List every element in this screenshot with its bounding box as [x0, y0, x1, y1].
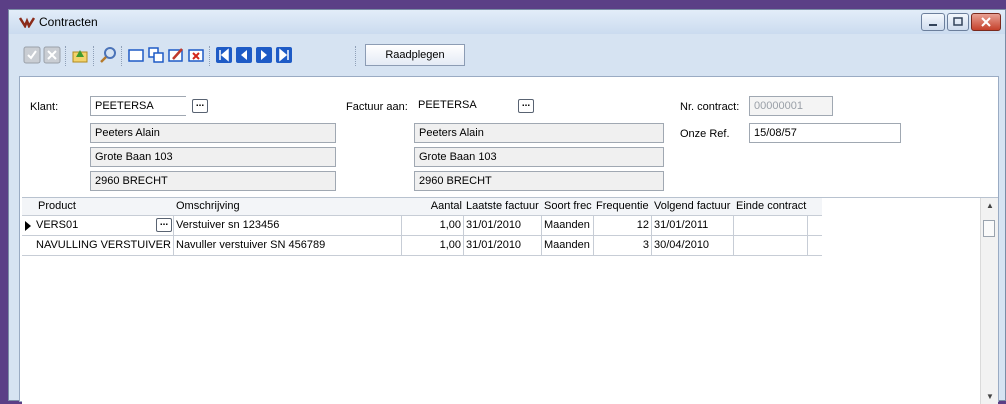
window-title: Contracten — [39, 15, 98, 29]
contract-lines-grid: Product Omschrijving Aantal Laatste fact… — [22, 197, 998, 404]
last-icon[interactable] — [275, 46, 293, 64]
col-einde-contract[interactable]: Einde contract — [734, 198, 814, 215]
cell-aantal[interactable]: 1,00 — [402, 236, 464, 255]
cell-einde-contract[interactable] — [734, 236, 808, 255]
cell-soort-freq[interactable]: Maanden — [542, 236, 594, 255]
table-row[interactable]: NAVULLING VERSTUIVER Navuller verstuiver… — [22, 236, 822, 256]
contracten-window: Contracten Raadplegen Klant: PEETERSA ..… — [8, 9, 1006, 404]
cell-volgend-factuur[interactable]: 31/01/2011 — [652, 216, 734, 235]
title-bar: Contracten — [9, 10, 1005, 34]
toolbar-separator — [209, 46, 212, 66]
klant-lookup-button[interactable]: ... — [192, 99, 208, 113]
toolbar-separator — [65, 46, 68, 66]
col-laatste-factuur[interactable]: Laatste factuur — [464, 198, 542, 215]
klant-street-field: Grote Baan 103 — [90, 147, 336, 167]
onze-ref-label: Onze Ref. — [680, 128, 730, 140]
vertical-scrollbar[interactable]: ▲ ▼ — [980, 198, 998, 404]
close-icon — [981, 17, 991, 27]
search-icon[interactable] — [99, 46, 117, 64]
col-volgend-factuur[interactable]: Volgend factuur — [652, 198, 734, 215]
klant-label: Klant: — [30, 101, 59, 113]
factuur-label: Factuur aan: — [346, 101, 408, 113]
close-button[interactable] — [971, 13, 1001, 31]
new-icon[interactable] — [127, 46, 145, 64]
cell-soort-freq[interactable]: Maanden — [542, 216, 594, 235]
copy-icon[interactable] — [147, 46, 165, 64]
maximize-icon — [953, 17, 963, 26]
cell-omschrijving[interactable]: Navuller verstuiver SN 456789 — [174, 236, 402, 255]
scroll-thumb[interactable] — [983, 220, 995, 237]
maximize-button[interactable] — [947, 13, 969, 31]
factuur-lookup-button[interactable]: ... — [518, 99, 534, 113]
col-soort-freq[interactable]: Soort frec — [542, 198, 594, 215]
factuur-code-input[interactable]: PEETERSA — [414, 96, 514, 116]
app-icon — [19, 17, 35, 28]
contract-nr-label: Nr. contract: — [680, 101, 740, 113]
factuur-street-field: Grote Baan 103 — [414, 147, 664, 167]
raadplegen-button[interactable]: Raadplegen — [365, 44, 465, 66]
cell-frequentie[interactable]: 12 — [594, 216, 652, 235]
cell-omschrijving[interactable]: Verstuiver sn 123456 — [174, 216, 402, 235]
cell-laatste-factuur[interactable]: 31/01/2010 — [464, 236, 542, 255]
col-aantal[interactable]: Aantal — [402, 198, 464, 215]
col-frequentie[interactable]: Frequentie — [594, 198, 652, 215]
toolbar: Raadplegen — [19, 44, 995, 68]
klant-city-field: 2960 BRECHT — [90, 171, 336, 191]
klant-code-input[interactable]: PEETERSA — [90, 96, 186, 116]
cell-laatste-factuur[interactable]: 31/01/2010 — [464, 216, 542, 235]
minimize-icon — [929, 24, 937, 26]
delete-icon[interactable] — [187, 46, 205, 64]
check-icon[interactable] — [23, 46, 41, 64]
cell-product[interactable]: NAVULLING VERSTUIVER — [34, 236, 174, 255]
minimize-button[interactable] — [921, 13, 945, 31]
scroll-down-icon[interactable]: ▼ — [986, 392, 994, 401]
edit-icon[interactable] — [167, 46, 185, 64]
first-icon[interactable] — [215, 46, 233, 64]
klant-name-field: Peeters Alain — [90, 123, 336, 143]
current-row-indicator — [25, 221, 31, 231]
product-lookup-button[interactable]: ... — [156, 218, 172, 232]
next-icon[interactable] — [255, 46, 273, 64]
onze-ref-input[interactable]: 15/08/57 — [749, 123, 901, 143]
toolbar-separator — [355, 46, 358, 66]
col-omschrijving[interactable]: Omschrijving — [174, 198, 402, 215]
cell-einde-contract[interactable] — [734, 216, 808, 235]
factuur-name-field: Peeters Alain — [414, 123, 664, 143]
col-product[interactable]: Product — [36, 198, 174, 215]
scroll-up-icon[interactable]: ▲ — [986, 201, 994, 210]
cell-volgend-factuur[interactable]: 30/04/2010 — [652, 236, 734, 255]
grid-header: Product Omschrijving Aantal Laatste fact… — [22, 198, 822, 216]
cell-aantal[interactable]: 1,00 — [402, 216, 464, 235]
prev-icon[interactable] — [235, 46, 253, 64]
export-icon[interactable] — [71, 46, 89, 64]
toolbar-separator — [121, 46, 124, 66]
table-row[interactable]: VERS01 ... Verstuiver sn 123456 1,00 31/… — [22, 216, 822, 236]
factuur-city-field: 2960 BRECHT — [414, 171, 664, 191]
cancel-icon[interactable] — [43, 46, 61, 64]
contract-panel: Klant: PEETERSA ... Peeters Alain Grote … — [19, 76, 999, 404]
contract-nr-field: 00000001 — [749, 96, 833, 116]
cell-product[interactable]: VERS01 — [34, 216, 174, 235]
cell-frequentie[interactable]: 3 — [594, 236, 652, 255]
toolbar-separator — [93, 46, 96, 66]
